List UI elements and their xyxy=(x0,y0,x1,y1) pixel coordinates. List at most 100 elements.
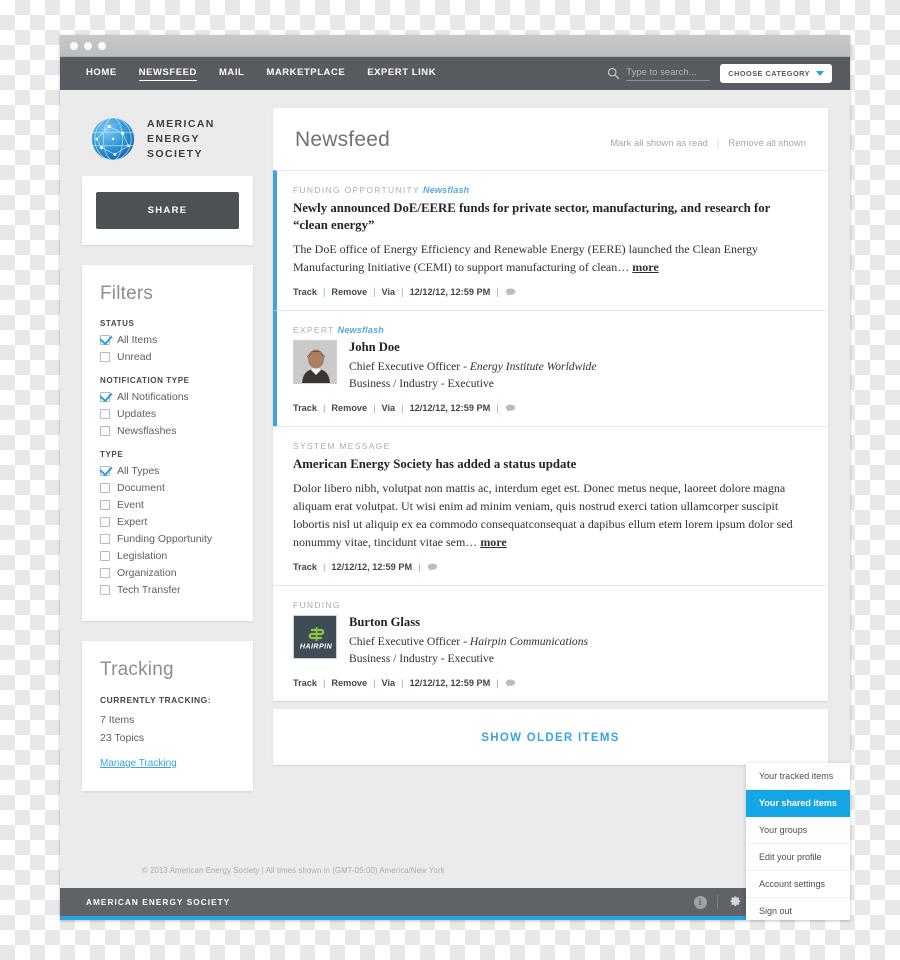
checkbox-icon[interactable] xyxy=(100,585,110,595)
window-close-dot[interactable] xyxy=(70,41,78,50)
feed-item-category: EXPERT xyxy=(293,325,335,335)
show-older-items-card[interactable]: SHOW OLDER ITEMS xyxy=(273,709,828,765)
filter-option-funding-opportunity[interactable]: Funding Opportunity xyxy=(100,533,235,545)
nav-item-home[interactable]: HOME xyxy=(86,67,117,80)
menu-item-your-tracked-items[interactable]: Your tracked items xyxy=(746,763,850,790)
checkbox-icon[interactable] xyxy=(100,392,110,402)
filter-option-updates[interactable]: Updates xyxy=(100,408,235,420)
filter-option-unread[interactable]: Unread xyxy=(100,351,235,363)
filter-option-organization[interactable]: Organization xyxy=(100,567,235,579)
track-action[interactable]: Track xyxy=(293,403,317,413)
menu-item-account-settings[interactable]: Account settings xyxy=(746,871,850,898)
menu-item-your-groups[interactable]: Your groups xyxy=(746,817,850,844)
filter-option-legislation[interactable]: Legislation xyxy=(100,550,235,562)
feed-item-title[interactable]: American Energy Society has added a stat… xyxy=(293,456,806,473)
hairpin-logo-icon: HAIRPIN xyxy=(294,616,336,658)
chevron-down-icon xyxy=(816,71,824,76)
nav-item-newsfeed[interactable]: NEWSFEED xyxy=(138,67,197,81)
feed-item-timestamp: 12/12/12, 12:59 PM xyxy=(331,562,413,572)
mark-all-read-button[interactable]: Mark all shown as read xyxy=(610,138,708,149)
person-role: Chief Executive Officer - Hairpin Commun… xyxy=(349,633,588,650)
feed-item-timestamp: 12/12/12, 12:59 PM xyxy=(409,403,491,413)
feed-item-timestamp: 12/12/12, 12:59 PM xyxy=(409,678,491,688)
choose-category-button[interactable]: CHOOSE CATEGORY xyxy=(720,64,832,83)
meta-separator: | xyxy=(373,287,376,297)
track-action[interactable]: Track xyxy=(293,287,317,297)
feed-item[interactable]: FUNDING OPPORTUNITY Newsflash Newly annou… xyxy=(273,170,828,310)
tracking-title: Tracking xyxy=(100,659,174,680)
more-link[interactable]: more xyxy=(480,535,506,549)
window-minimize-dot[interactable] xyxy=(84,41,92,50)
comment-bubble-icon[interactable] xyxy=(427,563,438,571)
menu-item-edit-your-profile[interactable]: Edit your profile xyxy=(746,844,850,871)
manage-tracking-link[interactable]: Manage Tracking xyxy=(100,758,177,769)
person-org: Energy Institute Worldwide xyxy=(469,360,597,373)
checkbox-icon[interactable] xyxy=(100,352,110,362)
menu-item-sign-out[interactable]: Sign out xyxy=(746,898,850,920)
checkbox-icon[interactable] xyxy=(100,335,110,345)
newsfeed-header: Newsfeed Mark all shown as read | Remove… xyxy=(273,108,828,170)
nav-item-marketplace[interactable]: MARKETPLACE xyxy=(266,67,345,80)
filter-option-newsflashes[interactable]: Newsflashes xyxy=(100,425,235,437)
checkbox-icon[interactable] xyxy=(100,551,110,561)
track-action[interactable]: Track xyxy=(293,562,317,572)
remove-action[interactable]: Remove xyxy=(331,678,367,688)
filter-option-all-types[interactable]: All Types xyxy=(100,465,235,477)
filter-option-label: Funding Opportunity xyxy=(117,533,213,545)
person-details: Burton Glass Chief Executive Officer - H… xyxy=(349,615,588,667)
via-action[interactable]: Via xyxy=(382,403,396,413)
checkbox-icon[interactable] xyxy=(100,517,110,527)
meta-separator: | xyxy=(323,287,326,297)
gear-icon[interactable] xyxy=(728,895,742,909)
remove-action[interactable]: Remove xyxy=(331,403,367,413)
via-action[interactable]: Via xyxy=(382,678,396,688)
nav-item-expert-link[interactable]: EXPERT LINK xyxy=(367,67,436,80)
person-name[interactable]: John Doe xyxy=(349,340,597,355)
filter-option-expert[interactable]: Expert xyxy=(100,516,235,528)
window-maximize-dot[interactable] xyxy=(98,41,106,50)
comment-bubble-icon[interactable] xyxy=(505,679,516,687)
feed-item-kicker: FUNDING OPPORTUNITY Newsflash xyxy=(293,185,806,195)
checkbox-icon[interactable] xyxy=(100,534,110,544)
checkbox-icon[interactable] xyxy=(100,409,110,419)
filter-option-all-items[interactable]: All Items xyxy=(100,334,235,346)
filter-option-label: Document xyxy=(117,482,165,494)
filters-panel: Filters STATUS All Items Unread NOTIFICA… xyxy=(82,265,253,621)
brand-block[interactable]: AMERICAN ENERGY SOCIETY xyxy=(82,108,253,176)
nav-item-mail[interactable]: MAIL xyxy=(219,67,244,80)
filter-option-tech-transfer[interactable]: Tech Transfer xyxy=(100,584,235,596)
checkbox-icon[interactable] xyxy=(100,500,110,510)
share-button[interactable]: SHARE xyxy=(96,192,239,229)
menu-item-your-shared-items[interactable]: Your shared items xyxy=(746,790,850,817)
filter-option-all-notifications[interactable]: All Notifications xyxy=(100,391,235,403)
filter-option-event[interactable]: Event xyxy=(100,499,235,511)
show-older-items-button[interactable]: SHOW OLDER ITEMS xyxy=(481,732,619,744)
comment-bubble-icon[interactable] xyxy=(505,288,516,296)
remove-action[interactable]: Remove xyxy=(331,287,367,297)
feed-item-title[interactable]: Newly announced DoE/EERE funds for priva… xyxy=(293,200,806,234)
person-name[interactable]: Burton Glass xyxy=(349,615,588,630)
checkbox-icon[interactable] xyxy=(100,483,110,493)
avatar[interactable] xyxy=(293,340,337,384)
feed-item[interactable]: SYSTEM MESSAGE American Energy Society h… xyxy=(273,426,828,585)
checkbox-icon[interactable] xyxy=(100,568,110,578)
comment-bubble-icon[interactable] xyxy=(505,404,516,412)
filter-option-document[interactable]: Document xyxy=(100,482,235,494)
remove-all-shown-button[interactable]: Remove all shown xyxy=(728,138,806,149)
via-action[interactable]: Via xyxy=(382,287,396,297)
feed-item-category: SYSTEM MESSAGE xyxy=(293,441,391,451)
feed-item[interactable]: FUNDING HAIRPIN Burton Glass Chief Execu… xyxy=(273,585,828,701)
track-action[interactable]: Track xyxy=(293,678,317,688)
info-icon[interactable]: i xyxy=(693,895,707,909)
feed-item-excerpt: Dolor libero nibh, volutpat non mattis a… xyxy=(293,481,793,549)
feed-item[interactable]: EXPERT Newsflash John Doe Chief Executiv… xyxy=(273,310,828,426)
avatar[interactable]: HAIRPIN xyxy=(293,615,337,659)
checkbox-icon[interactable] xyxy=(100,426,110,436)
meta-separator: | xyxy=(496,403,499,413)
sidebar: AMERICAN ENERGY SOCIETY SHARE Filters ST… xyxy=(82,108,253,920)
checkbox-icon[interactable] xyxy=(100,466,110,476)
search-input[interactable] xyxy=(626,66,711,81)
more-link[interactable]: more xyxy=(632,260,658,274)
filter-option-label: Tech Transfer xyxy=(117,584,181,596)
feed-item-category: FUNDING OPPORTUNITY xyxy=(293,185,421,195)
